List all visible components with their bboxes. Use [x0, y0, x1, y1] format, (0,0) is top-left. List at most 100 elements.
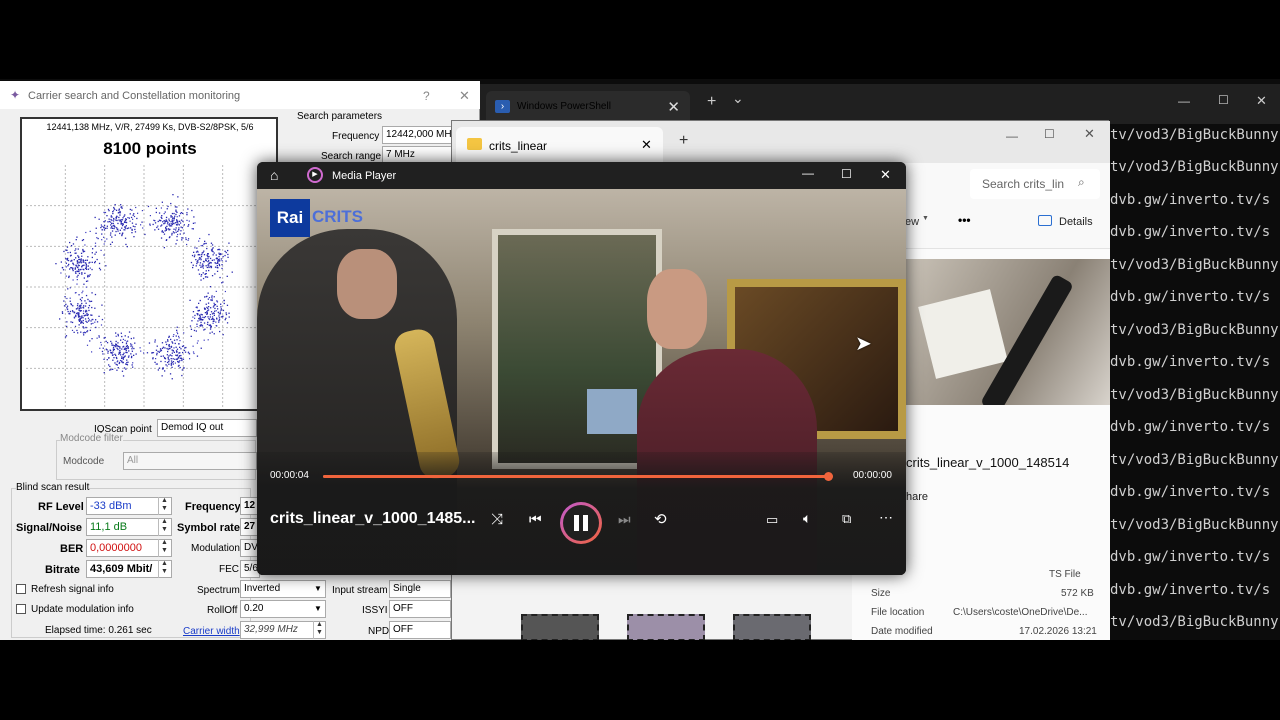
details-button[interactable]: Details — [1059, 216, 1093, 228]
chevron-down-icon[interactable]: ⌄ — [732, 90, 744, 107]
help-button[interactable]: ? — [423, 89, 430, 103]
dialog-title-bar: ✦ Carrier search and Constellation monit… — [0, 81, 480, 109]
spinner-icon[interactable]: ▲ ▼ — [313, 621, 325, 639]
spinner-icon[interactable]: ▲ ▼ — [158, 560, 170, 578]
terminal-line: dvb.gw/inverto.tv/s — [1110, 484, 1271, 500]
repeat-off-icon[interactable]: ⟲ — [654, 510, 667, 528]
folder-icon — [467, 138, 482, 150]
search-icon: ⌕ — [1078, 175, 1085, 189]
channel-logo: Rai CRITS — [270, 199, 383, 237]
elapsed-time: 00:00:04 — [270, 470, 309, 481]
spinner-icon[interactable]: ▲ ▼ — [158, 518, 170, 536]
face-left — [337, 249, 397, 319]
iqscan-select[interactable]: Demod IQ out — [157, 419, 257, 437]
terminal-tab-title: Windows PowerShell — [517, 101, 611, 112]
close-icon[interactable]: ✕ — [641, 137, 652, 153]
close-button[interactable]: ✕ — [880, 167, 891, 183]
maximize-button[interactable]: ☐ — [1044, 127, 1055, 141]
share-button[interactable]: hare — [906, 491, 928, 503]
sheet-music — [918, 289, 1008, 379]
elapsed-time: Elapsed time: 0.261 sec — [45, 625, 152, 636]
spinner-icon[interactable]: ▲ ▼ — [158, 539, 170, 557]
seek-bar-fill — [323, 475, 828, 478]
close-button[interactable]: ✕ — [1084, 126, 1095, 142]
carrier-width-link[interactable]: Carrier width — [183, 626, 240, 637]
minimize-button[interactable]: — — [1178, 94, 1190, 108]
player-title-bar: ⌂ ▶ Media Player — ☐ ✕ — [257, 162, 906, 189]
minimize-button[interactable]: — — [802, 166, 814, 180]
spinner-icon[interactable]: ▲ ▼ — [158, 497, 170, 515]
play-pause-button[interactable] — [560, 502, 602, 544]
update-modulation-label: Update modulation info — [31, 604, 134, 615]
volume-icon[interactable]: 🔈︎ — [803, 510, 811, 527]
bitrate-label: Bitrate — [45, 564, 80, 576]
terminal-line: tv/vod3/BigBuckBunny — [1110, 387, 1279, 403]
spectrum-label: Spectrum — [197, 585, 240, 596]
view-button[interactable]: ew — [905, 216, 919, 228]
video-thumbnail[interactable] — [521, 614, 599, 640]
search-box[interactable]: Search crits_lin ⌕ — [970, 169, 1100, 199]
input-stream-label: Input stream — [332, 585, 388, 596]
pause-icon — [583, 515, 588, 531]
terminal-line: tv/vod3/BigBuckBunny — [1110, 614, 1279, 630]
shuffle-icon[interactable]: ⤨ — [491, 511, 503, 528]
dialog-close-button[interactable]: ✕ — [459, 88, 470, 104]
new-tab-button[interactable]: + — [679, 132, 688, 150]
file-type: TS File — [1049, 569, 1081, 580]
more-options-button[interactable]: ••• — [958, 213, 971, 227]
previous-icon[interactable]: ⏮ — [529, 511, 542, 528]
explorer-tab[interactable]: crits_linear ✕ — [456, 127, 663, 163]
minimize-button[interactable]: — — [1006, 129, 1018, 143]
points-count: 8100 points — [103, 139, 197, 158]
modified-value: 17.02.2026 13:21 — [1019, 626, 1097, 637]
maximize-button[interactable]: ☐ — [841, 167, 852, 181]
remaining-time: 00:00:00 — [853, 470, 892, 481]
chevron-down-icon[interactable]: ▼ — [922, 215, 929, 222]
terminal-line: dvb.gw/inverto.tv/s — [1110, 354, 1271, 370]
terminal-line: dvb.gw/inverto.tv/s — [1110, 419, 1271, 435]
file-preview-image — [906, 259, 1110, 405]
search-input[interactable]: Search crits_lin — [982, 177, 1064, 191]
pause-icon — [574, 515, 579, 531]
refresh-checkbox[interactable] — [16, 584, 26, 594]
miniplayer-icon[interactable]: ⧉ — [842, 511, 851, 527]
media-player-icon: ▶ — [307, 167, 323, 183]
terminal-line: tv/vod3/BigBuckBunny — [1110, 452, 1279, 468]
location-value: C:\Users\coste\OneDrive\De... — [953, 607, 1088, 618]
file-name: crits_linear_v_1000_148514 — [906, 455, 1070, 470]
window — [587, 389, 637, 434]
constellation-plot — [26, 165, 262, 409]
close-button[interactable]: ✕ — [1256, 93, 1267, 109]
captions-icon[interactable]: ▭ — [766, 512, 778, 528]
more-icon[interactable]: ⋯ — [879, 509, 893, 526]
maximize-button[interactable]: ☐ — [1218, 93, 1229, 107]
modcode-select[interactable]: All — [123, 452, 257, 470]
location-label: File location — [871, 607, 925, 618]
close-icon[interactable]: ✕ — [667, 98, 680, 116]
home-icon[interactable]: ⌂ — [270, 167, 278, 183]
rf-level-label: RF Level — [38, 501, 84, 513]
video-thumbnail[interactable] — [733, 614, 811, 640]
seek-bar[interactable] — [323, 472, 833, 481]
refresh-label: Refresh signal info — [31, 584, 114, 595]
frequency-input[interactable]: 12442,000 MHz — [382, 126, 452, 144]
search-range-label: Search range — [321, 151, 382, 162]
npd-select[interactable]: OFF — [389, 621, 451, 639]
search-params-label: Search parameters — [297, 111, 383, 122]
issyi-select[interactable]: OFF — [389, 600, 451, 618]
next-icon[interactable]: ⏭ — [618, 511, 631, 528]
modcode-label: Modcode — [63, 456, 105, 467]
update-modulation-checkbox[interactable] — [16, 604, 26, 614]
chevron-down-icon[interactable]: ▼ — [314, 604, 322, 613]
chevron-down-icon[interactable]: ▼ — [314, 584, 322, 593]
input-stream-select[interactable]: Single — [389, 580, 451, 598]
dialog-title: Carrier search and Constellation monitor… — [28, 90, 241, 102]
npd-label: NPD — [368, 626, 390, 637]
terminal-line: dvb.gw/inverto.tv/s — [1110, 582, 1271, 598]
seek-thumb[interactable] — [823, 472, 833, 481]
video-thumbnail[interactable] — [627, 614, 705, 640]
player-title: Media Player — [332, 170, 397, 182]
size-value: 572 KB — [1061, 588, 1094, 599]
new-tab-button[interactable]: + — [707, 93, 716, 111]
fec-label: FEC — [219, 564, 239, 575]
